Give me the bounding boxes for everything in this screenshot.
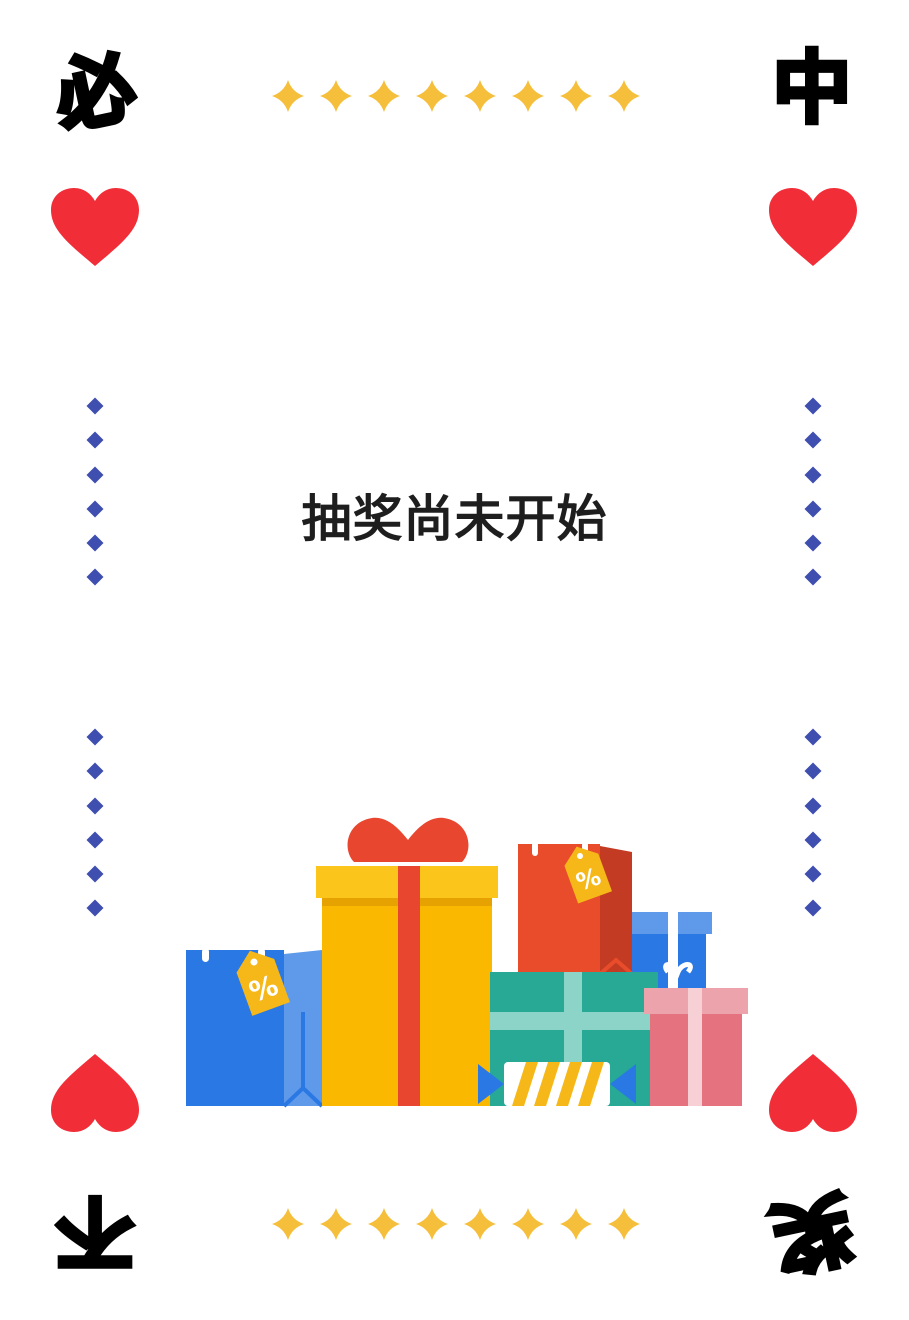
corner-char-bottom-left: 不: [54, 1184, 137, 1279]
star-icon: [464, 1208, 496, 1240]
heart-icon: [769, 1054, 857, 1132]
diamond-dot-icon: [804, 397, 822, 415]
diamond-dot-icon: [804, 831, 822, 849]
diamond-dot-icon: [804, 466, 822, 484]
corner-char-top-right: 中: [770, 42, 853, 137]
diamond-dot-icon: [804, 568, 822, 586]
pink-gift-box: [644, 988, 748, 1106]
star-icon: [464, 80, 496, 112]
diamond-dot-icon: [804, 899, 822, 917]
star-icon: [320, 80, 352, 112]
diamond-dot-icon: [804, 865, 822, 883]
dot-column-right-lower: [803, 728, 823, 937]
heart-icon: [51, 188, 139, 266]
blue-shopping-bag: %: [186, 948, 324, 1108]
diamond-dot-icon: [86, 899, 104, 917]
yellow-gift-box: [316, 817, 498, 1106]
diamond-dot-icon: [804, 797, 822, 815]
star-icon: [368, 80, 400, 112]
star-icon: [560, 1208, 592, 1240]
star-icon: [416, 1208, 448, 1240]
diamond-dot-icon: [86, 762, 104, 780]
star-icon: [272, 80, 304, 112]
diamond-dot-icon: [86, 797, 104, 815]
diamond-dot-icon: [86, 431, 104, 449]
diamond-dot-icon: [804, 762, 822, 780]
star-icon: [368, 1208, 400, 1240]
star-icon: [320, 1208, 352, 1240]
heart-icon: [51, 1054, 139, 1132]
corner-char-bottom-right: 奖: [762, 1176, 862, 1285]
star-icon: [512, 1208, 544, 1240]
diamond-dot-icon: [804, 431, 822, 449]
diamond-dot-icon: [86, 831, 104, 849]
star-icon: [272, 1208, 304, 1240]
diamond-dot-icon: [86, 865, 104, 883]
diamond-dot-icon: [86, 397, 104, 415]
diamond-dot-icon: [804, 728, 822, 746]
diamond-dot-icon: [86, 568, 104, 586]
star-icon: [512, 80, 544, 112]
star-icon: [560, 80, 592, 112]
star-icon: [608, 80, 640, 112]
lottery-status-message: 抽奖尚未开始: [301, 490, 608, 548]
diamond-dot-icon: [86, 728, 104, 746]
star-icon: [608, 1208, 640, 1240]
star-row-bottom: [272, 1208, 640, 1240]
gift-boxes-illustration: % %: [186, 817, 748, 1108]
star-icon: [416, 80, 448, 112]
heart-icon: [769, 188, 857, 266]
dot-column-left-lower: [85, 728, 105, 937]
star-row-top: [272, 80, 640, 112]
corner-char-top-left: 必: [45, 38, 145, 147]
diamond-dot-icon: [86, 466, 104, 484]
red-shopping-bag: %: [518, 842, 634, 976]
